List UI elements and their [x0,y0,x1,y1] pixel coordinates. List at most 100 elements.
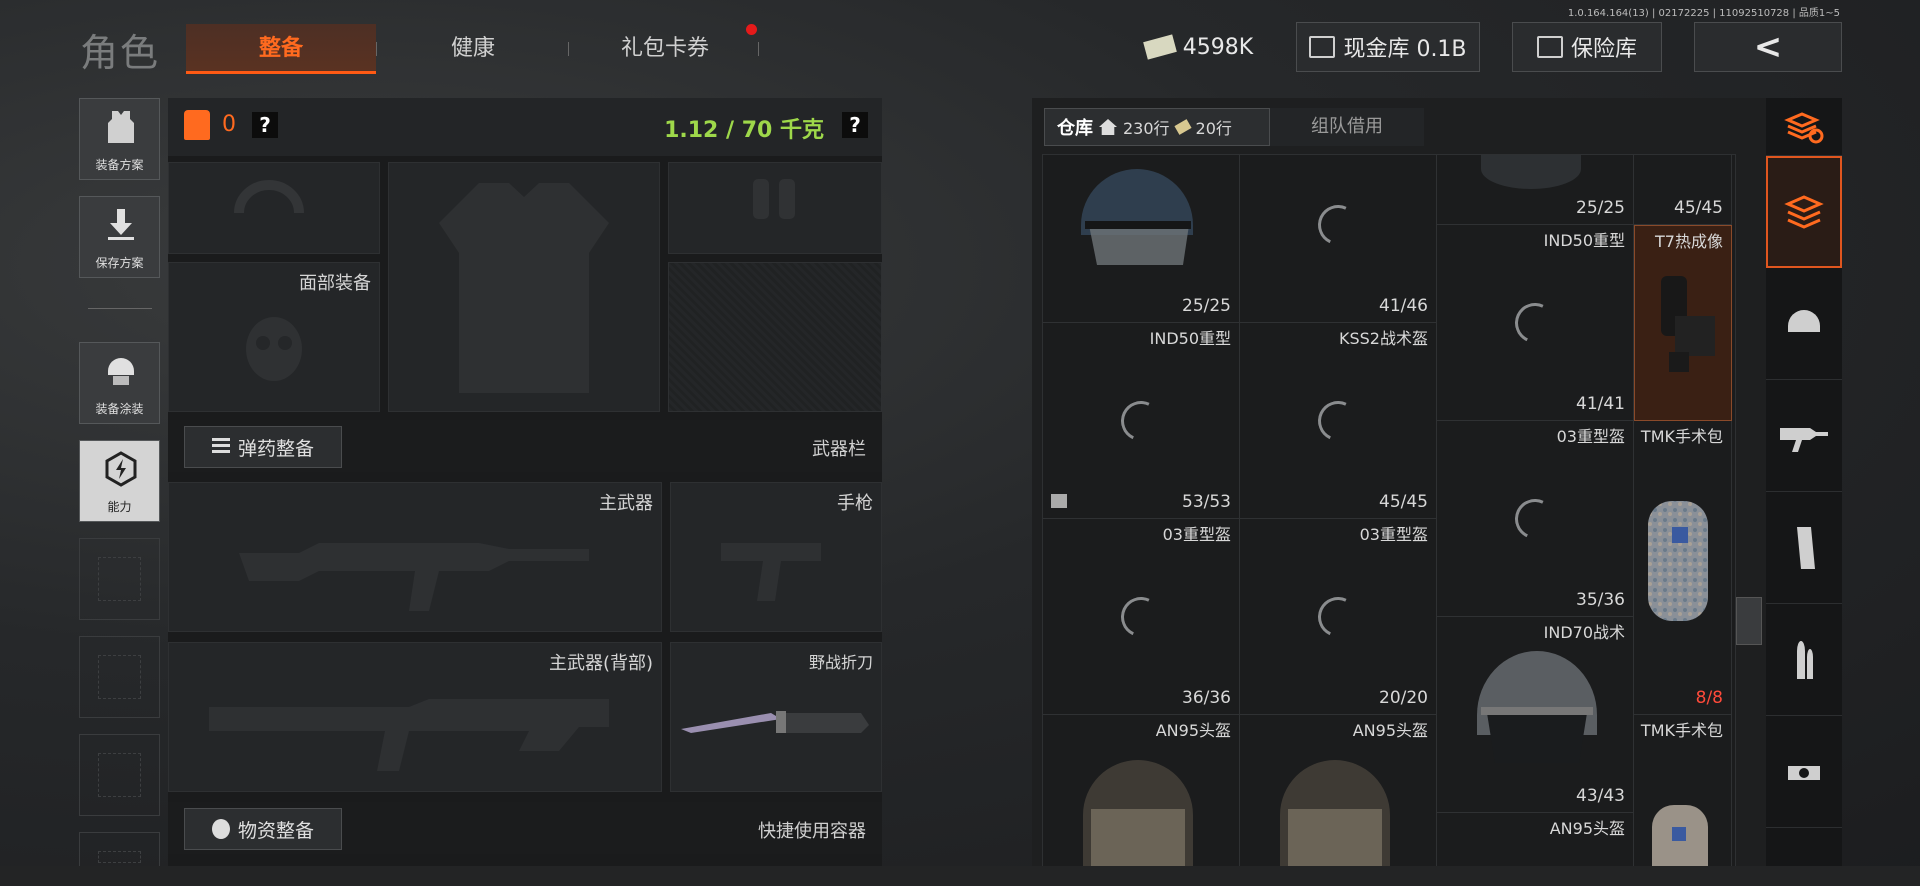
storage-item[interactable]: IND50重型 41/41 [1437,225,1634,421]
loadout-plan-button[interactable]: 装备方案 [79,98,160,180]
item-name: 03重型盔 [1556,427,1625,446]
tab-storage[interactable]: 仓库 230行 20行 [1044,108,1270,146]
bank-label: 现金库 0.1B [1343,37,1467,62]
loading-spinner-icon [1312,395,1364,447]
item-count: 45/45 [1379,492,1428,512]
storage-tab-label: 仓库 [1057,118,1093,139]
back-weapon-label: 主武器(背部) [548,653,653,674]
item-count: 53/53 [1182,492,1231,512]
storage-item[interactable]: KSS2战术盔 45/45 [1240,323,1437,519]
pistol-silhouette-icon [721,543,821,601]
storage-item[interactable]: 25/25 [1043,155,1240,323]
bank-button[interactable]: 现金库 0.1B [1296,22,1480,72]
equipment-paint-button[interactable]: 装备涂装 [79,342,160,424]
tab-loadout[interactable]: 整备 [186,24,376,74]
body-armor-slot[interactable] [388,162,660,412]
storage-item[interactable]: 03重型盔 36/36 [1043,519,1240,715]
side-label: 装备方案 [95,158,144,172]
storage-item[interactable]: IND70战术 43/43 [1437,617,1634,813]
weight-help-icon[interactable]: ? [842,112,868,138]
loading-spinner-icon [1115,395,1167,447]
vault-button[interactable]: 保险库 [1512,22,1662,72]
face-gear-slot[interactable]: 面部装备 [168,262,380,412]
storage-item[interactable]: IND50重型 53/53 [1043,323,1240,519]
storage-item[interactable]: 25/25 [1437,155,1634,225]
category-filter-bar [1766,98,1842,868]
storage-item[interactable]: TMK手术包 8/8 [1634,421,1732,715]
ability-button[interactable]: 能力 [79,440,160,522]
cash-value: 4598K [1182,34,1254,60]
storage-item[interactable]: 03重型盔 35/36 [1437,421,1634,617]
side-label: 能力 [107,500,132,514]
download-icon [108,209,134,240]
earpiece-silhouette-icon [753,179,795,219]
item-name: IND50重型 [1543,231,1625,250]
filter-scope-button[interactable] [1766,716,1842,828]
extra-rows-count: 20行 [1195,119,1232,138]
loading-spinner-icon [1115,591,1167,643]
tab-team-borrow[interactable]: 组队借用 [1270,108,1424,146]
rifle-silhouette-icon [239,543,589,611]
storage-item[interactable]: AN95头盔 [1240,715,1437,867]
storage-item[interactable]: 41/46 [1240,155,1437,323]
filter-helmet-button[interactable] [1766,268,1842,380]
ammo-loadout-button[interactable]: 弹药整备 [184,426,342,468]
primary-weapon-label: 主武器 [599,493,653,514]
page-title: 角色 [80,31,161,75]
storage-item[interactable]: 45/45 [1634,155,1732,225]
game-screen: { "version": "1.0.164.164(13) | 02172225… [0,0,1920,886]
knife-slot[interactable]: 野战折刀 [670,642,882,792]
vest-icon [108,111,134,143]
face-gear-label: 面部装备 [299,273,371,294]
item-name: 03重型盔 [1162,525,1231,544]
storage-item-highlighted[interactable]: T7热成像 [1634,225,1732,421]
rifle-icon [1780,427,1828,452]
heavy-helmet-icon [1280,760,1390,867]
back-button[interactable]: < [1694,22,1842,72]
magazine-icon [1797,526,1815,569]
tab-separator [568,42,569,56]
headgear-slot[interactable] [168,162,380,254]
item-name: 03重型盔 [1359,525,1428,544]
ammo-icon [1797,640,1813,679]
helmet-partial-icon [1481,155,1581,189]
storage-item[interactable]: AN95头盔 [1043,715,1240,867]
storage-item[interactable]: AN95头盔 [1437,813,1634,867]
tab-separator [758,42,759,56]
empty-slot [79,538,160,620]
weight-display: 1.12 / 70 千克 [664,118,824,143]
help-icon[interactable]: ? [252,112,278,138]
tab-gift-coupons[interactable]: 礼包卡券 [570,24,760,74]
back-weapon-slot[interactable]: 主武器(背部) [168,642,662,792]
pistol-slot[interactable]: 手枪 [670,482,882,632]
tab-health[interactable]: 健康 [378,24,568,74]
filter-rifle-button[interactable] [1766,380,1842,492]
item-name: AN95头盔 [1352,721,1428,740]
sort-refresh-button[interactable] [1766,98,1842,156]
layers-icon [1784,195,1824,229]
storage-item[interactable]: 03重型盔 20/20 [1240,519,1437,715]
primary-weapon-slot[interactable]: 主武器 [168,482,662,632]
item-name: TMK手术包 [1640,721,1723,740]
version-text: 1.0.164.164(13) | 02172225 | 11092510728… [1567,8,1840,19]
knife-label: 野战折刀 [808,653,873,672]
storage-scrollbar[interactable] [1736,597,1762,645]
carbine-silhouette-icon [209,699,609,771]
loading-spinner-icon [1509,297,1561,349]
item-name: KSS2战术盔 [1339,329,1428,348]
save-plan-button[interactable]: 保存方案 [79,196,160,278]
filter-ammo-button[interactable] [1766,604,1842,716]
item-name: AN95头盔 [1549,819,1625,838]
supply-loadout-button[interactable]: 物资整备 [184,808,342,850]
filter-all-button[interactable] [1766,156,1842,268]
headset-slot[interactable] [668,162,882,254]
armor-count: 0 [222,112,236,137]
ammo-stack-icon [211,438,230,456]
loading-spinner-icon [1509,493,1561,545]
supply-icon [211,819,230,839]
filter-magazine-button[interactable] [1766,492,1842,604]
armor-icon [184,110,210,140]
storage-item[interactable]: TMK手术包 [1634,715,1732,867]
side-label: 保存方案 [95,256,144,270]
item-count: 41/41 [1576,394,1625,414]
